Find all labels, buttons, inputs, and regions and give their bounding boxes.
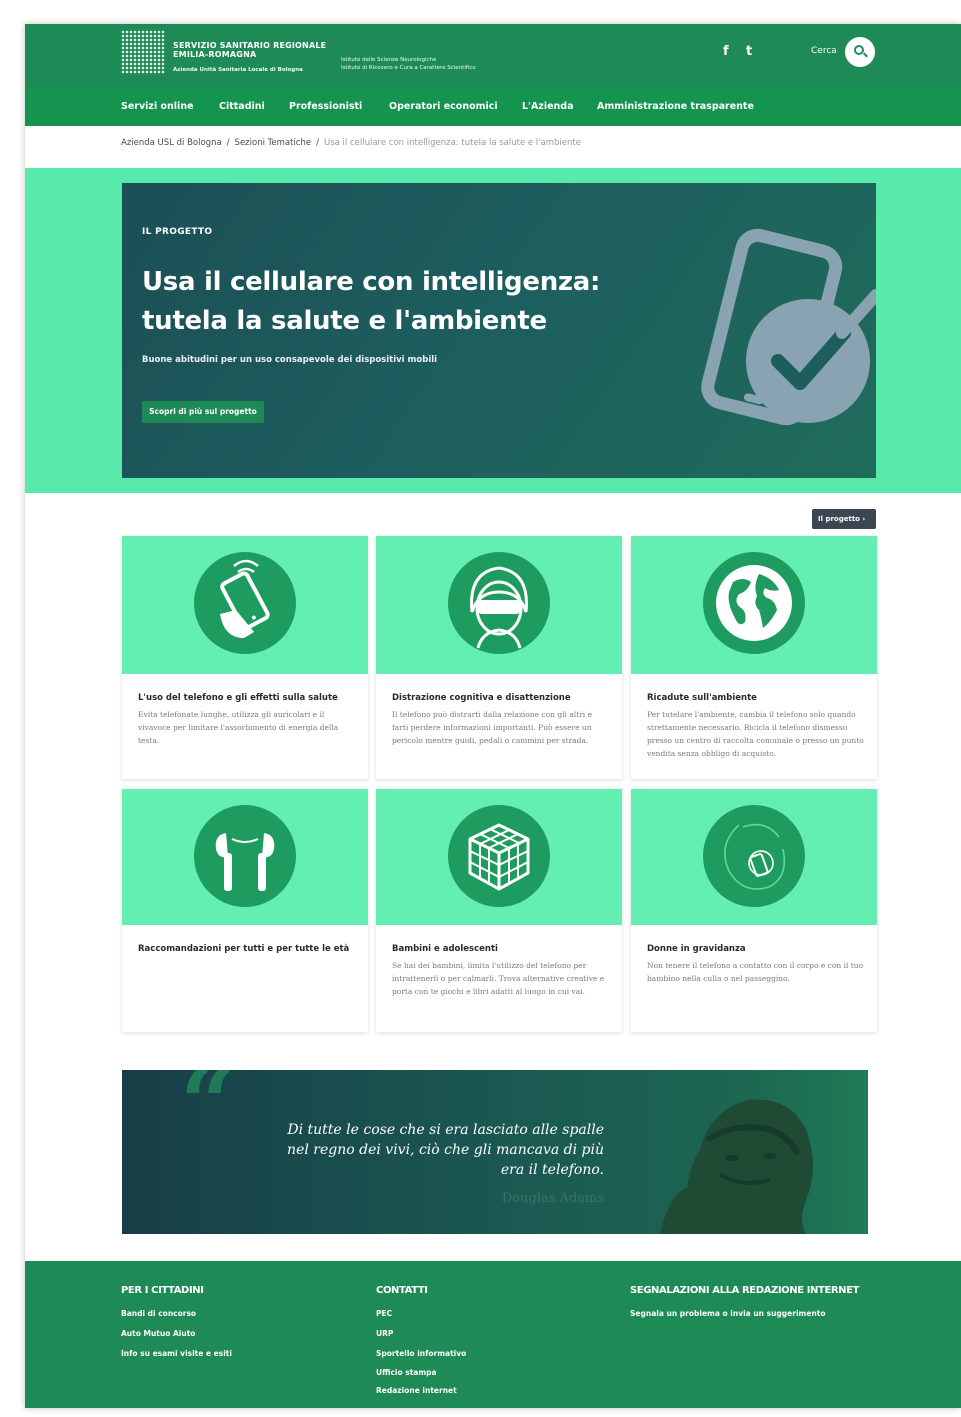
earphones-icon — [194, 805, 296, 907]
card-title: L'uso del telefono e gli effetti sulla s… — [138, 693, 338, 703]
logo-title-line2: EMILIA-ROMAGNA — [173, 50, 257, 59]
footer-col-contacts: CONTATTI PEC URP Sportello informativo U… — [376, 1285, 466, 1400]
institute-label: Istituto delle Scienze Neurologiche Isti… — [341, 56, 476, 72]
breadcrumb-section[interactable]: Sezioni Tematiche — [235, 138, 312, 148]
card-image — [122, 536, 368, 674]
card-text: Evita telefonate lunghe, utilizza gli au… — [138, 710, 339, 745]
search-label[interactable]: Cerca — [811, 46, 837, 56]
card-title: Raccomandazioni per tutti e per tutte le… — [138, 944, 350, 954]
logo-title[interactable]: SERVIZIO SANITARIO REGIONALE EMILIA-ROMA… — [173, 41, 333, 59]
card-text: Non tenere il telefono a contatto con il… — [647, 961, 864, 983]
hero-title-line1: Usa il cellulare con intelligenza: — [142, 267, 601, 297]
twitter-icon[interactable]: t — [746, 44, 752, 59]
institute-line1: Istituto delle Scienze Neurologiche — [341, 57, 437, 63]
facebook-icon[interactable]: f — [723, 44, 729, 59]
logo-icon[interactable] — [121, 30, 165, 74]
phone-checkmark-icon — [701, 228, 876, 426]
fetus-phone-icon — [703, 805, 805, 907]
card-title: Distrazione cognitiva e disattenzione — [392, 693, 571, 703]
card-text: Se hai dei bambini, limita l'utilizzo de… — [392, 961, 605, 996]
quote-mark-icon: “ — [180, 1070, 236, 1160]
breadcrumb: Azienda USL di Bologna / Sezioni Tematiche… — [121, 138, 581, 148]
footer-link[interactable]: Auto Mutuo Aiuto — [121, 1324, 232, 1344]
person-vr-icon — [448, 552, 550, 654]
footer-heading: SEGNALAZIONI ALLA REDAZIONE INTERNET — [630, 1285, 859, 1296]
nav-item-azienda[interactable]: L'Azienda — [522, 101, 574, 112]
search-button[interactable] — [845, 37, 875, 67]
card-title: Donne in gravidanza — [647, 944, 746, 954]
hero-banner: IL PROGETTO Usa il cellulare con intelli… — [122, 183, 876, 478]
card-image — [631, 536, 877, 674]
footer-link[interactable]: Bandi di concorso — [121, 1304, 232, 1324]
footer-link[interactable]: Redazione internet — [376, 1382, 466, 1400]
footer-link[interactable]: PEC — [376, 1304, 466, 1324]
card-text: Il telefono può distrarti dalla relazion… — [392, 710, 593, 745]
hero-kicker: IL PROGETTO — [142, 227, 213, 237]
author-portrait — [630, 1070, 868, 1234]
breadcrumb-current: Usa il cellulare con intelligenza: tutel… — [323, 138, 581, 148]
footer-link[interactable]: Info su esami visite e esiti — [121, 1344, 232, 1364]
card-health-effects[interactable]: L'uso del telefono e gli effetti sulla s… — [122, 536, 368, 779]
phone-hand-icon — [194, 552, 296, 654]
nav-item-servizi-online[interactable]: Servizi online — [121, 101, 194, 112]
nav-item-cittadini[interactable]: Cittadini — [219, 101, 265, 112]
nav-item-amministrazione-trasparente[interactable]: Amministrazione trasparente — [597, 101, 754, 112]
nav-item-professionisti[interactable]: Professionisti — [289, 101, 362, 112]
hero-lead: Buone abitudini per un uso consapevole d… — [142, 355, 438, 365]
card-environment[interactable]: Ricadute sull'ambiente Per tutelare l'am… — [631, 536, 877, 779]
globe-icon — [703, 552, 805, 654]
breadcrumb-separator: / — [226, 138, 230, 148]
card-image — [376, 789, 622, 925]
card-title: Bambini e adolescenti — [392, 944, 498, 954]
quote-line1: Di tutte le cose che si era lasciato all… — [287, 1122, 604, 1138]
logo-title-line1: SERVIZIO SANITARIO REGIONALE — [173, 41, 327, 50]
rubik-cube-icon — [448, 805, 550, 907]
card-title: Ricadute sull'ambiente — [647, 693, 757, 703]
hero-title: Usa il cellulare con intelligenza: tutel… — [142, 263, 642, 341]
institute-line2: Istituto di Ricovero e Cura a Carattere … — [341, 65, 476, 71]
footer: PER I CITTADINI Bandi di concorso Auto M… — [25, 1261, 961, 1408]
footer-col-reports: SEGNALAZIONI ALLA REDAZIONE INTERNET Seg… — [630, 1285, 859, 1324]
card-cognitive-distraction[interactable]: Distrazione cognitiva e disattenzione Il… — [376, 536, 622, 779]
discover-project-button[interactable]: Scopri di più sul progetto — [142, 401, 264, 423]
quote-text: Di tutte le cose che si era lasciato all… — [252, 1120, 604, 1180]
breadcrumb-separator: / — [316, 138, 319, 148]
card-text: Per tutelare l'ambiente, cambia il telef… — [647, 710, 864, 758]
quote-author: Douglas Adams — [501, 1191, 604, 1206]
main-nav: Servizi online Cittadini Professionisti … — [25, 86, 961, 126]
hero-title-line2: tutela la salute e l'ambiente — [142, 306, 547, 336]
quote-line3: era il telefono. — [500, 1162, 604, 1178]
card-children[interactable]: Bambini e adolescenti Se hai dei bambini… — [376, 789, 622, 1032]
quote-banner: “ Di tutte le cose che si era lasciato a… — [122, 1070, 868, 1234]
footer-heading: CONTATTI — [376, 1285, 428, 1296]
card-recommendations[interactable]: Raccomandazioni per tutti e per tutte le… — [122, 789, 368, 1032]
page-frame: SERVIZIO SANITARIO REGIONALE EMILIA-ROMA… — [25, 24, 961, 1408]
footer-link[interactable]: Segnala un problema o invia un suggerime… — [630, 1304, 859, 1324]
nav-item-operatori-economici[interactable]: Operatori economici — [389, 101, 498, 112]
card-image — [122, 789, 368, 925]
footer-link[interactable]: URP — [376, 1324, 466, 1344]
header-bar: SERVIZIO SANITARIO REGIONALE EMILIA-ROMA… — [25, 24, 961, 86]
search-icon-handle — [863, 52, 868, 58]
quote-line2: nel regno dei vivi, ciò che gli mancava … — [287, 1142, 604, 1158]
card-pregnancy[interactable]: Donne in gravidanza Non tenere il telefo… — [631, 789, 877, 1032]
card-image — [631, 789, 877, 925]
project-tag-button[interactable]: Il progetto › — [812, 509, 876, 529]
footer-col-citizens: PER I CITTADINI Bandi di concorso Auto M… — [121, 1285, 232, 1364]
breadcrumb-home[interactable]: Azienda USL di Bologna — [121, 138, 222, 148]
card-image — [376, 536, 622, 674]
footer-heading: PER I CITTADINI — [121, 1285, 204, 1296]
logo-subtitle: Azienda Unità Sanitaria Locale di Bologn… — [173, 67, 303, 73]
footer-link[interactable]: Sportello informativo — [376, 1344, 466, 1364]
footer-link[interactable]: Ufficio stampa — [376, 1364, 466, 1382]
